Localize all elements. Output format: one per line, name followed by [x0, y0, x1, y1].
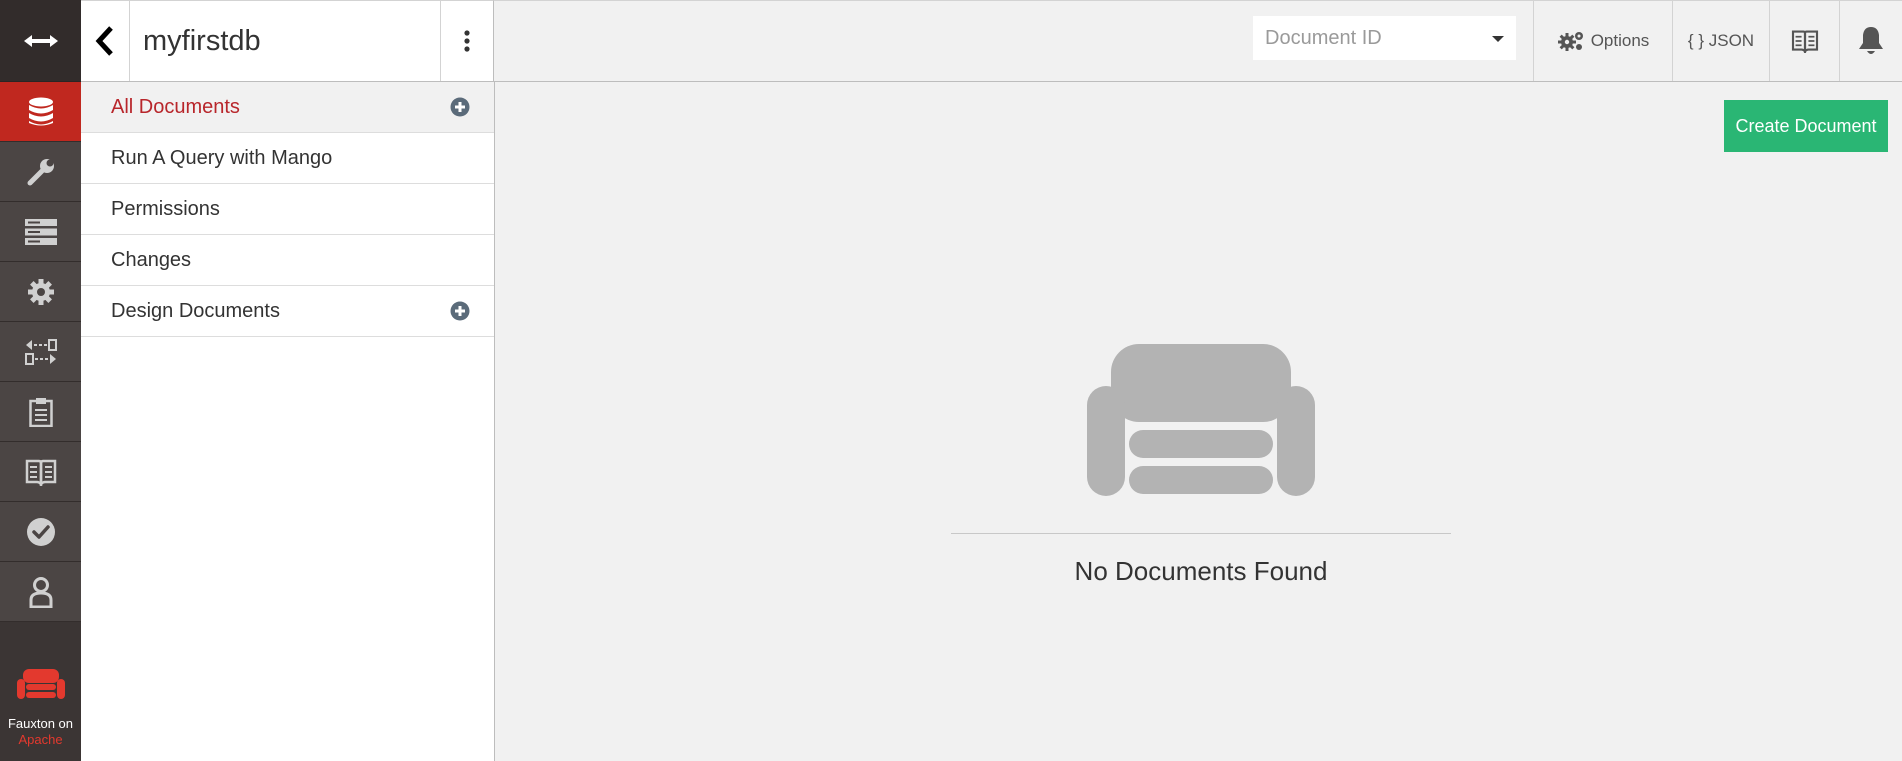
- sidebar-item-label: Permissions: [111, 197, 220, 220]
- nav-documentation[interactable]: [0, 442, 81, 502]
- nav-toggle-button[interactable]: [0, 0, 81, 82]
- brand-footer[interactable]: Fauxton on Apache: [0, 641, 81, 761]
- database-menu-button[interactable]: [440, 0, 494, 81]
- database-icon: [28, 97, 53, 125]
- vertical-ellipsis-icon: [464, 30, 470, 52]
- main-content: Create Document No Documents Found: [495, 82, 1902, 761]
- database-sidebar: All Documents Run A Query with Mango Per…: [81, 82, 495, 761]
- double-arrow-icon: [23, 34, 58, 47]
- sidebar-item-all-documents[interactable]: All Documents: [81, 82, 494, 133]
- sidebar-item-label: All Documents: [111, 95, 240, 118]
- sidebar-item-label: Design Documents: [111, 299, 280, 322]
- plus-circle-icon[interactable]: [450, 301, 470, 321]
- empty-state-message: No Documents Found: [1074, 556, 1328, 586]
- nav-config[interactable]: [0, 262, 81, 322]
- json-button[interactable]: { } JSON: [1672, 0, 1769, 81]
- top-header: myfirstdb Document ID Options {} JSON: [81, 0, 1902, 82]
- server-rack-icon: [24, 218, 57, 245]
- sidebar-item-label: Run A Query with Mango: [111, 146, 333, 169]
- brand-link[interactable]: Apache: [0, 732, 81, 747]
- replication-icon: [24, 338, 57, 365]
- nav-active-tasks[interactable]: [0, 202, 81, 262]
- chevron-left-icon: [95, 26, 113, 56]
- couch-icon: [1087, 344, 1315, 496]
- create-document-button[interactable]: Create Document: [1724, 100, 1888, 152]
- document-id-placeholder: Document ID: [1265, 26, 1382, 49]
- gears-icon: [1557, 32, 1583, 51]
- sidebar-item-mango-query[interactable]: Run A Query with Mango: [81, 133, 494, 184]
- sidebar-item-label: Changes: [111, 248, 192, 271]
- options-button[interactable]: Options: [1533, 0, 1672, 81]
- main-nav: Fauxton on Apache: [0, 0, 81, 761]
- document-id-dropdown[interactable]: Document ID: [1253, 16, 1516, 60]
- plus-circle-icon[interactable]: [450, 97, 470, 117]
- back-button[interactable]: [81, 0, 130, 81]
- sidebar-item-permissions[interactable]: Permissions: [81, 184, 494, 235]
- bell-icon: [1859, 27, 1883, 54]
- book-icon: [25, 459, 56, 486]
- nav-setup[interactable]: [0, 142, 81, 202]
- nav-databases[interactable]: [0, 82, 81, 142]
- options-label: Options: [1590, 31, 1650, 50]
- gear-icon: [27, 278, 54, 305]
- docs-button[interactable]: [1769, 0, 1839, 81]
- clipboard-icon: [28, 397, 53, 427]
- nav-verify[interactable]: [0, 502, 81, 562]
- caret-down-icon: [1492, 36, 1504, 42]
- book-icon: [1791, 30, 1818, 53]
- couch-logo-icon: [16, 669, 65, 699]
- user-icon: [29, 576, 52, 608]
- json-label: { } JSON: [1687, 31, 1755, 50]
- nav-user[interactable]: [0, 562, 81, 622]
- sidebar-item-design-documents[interactable]: Design Documents: [81, 286, 494, 337]
- database-title: myfirstdb: [130, 0, 440, 81]
- empty-state-divider: [951, 533, 1451, 534]
- brand-text: Fauxton on: [7, 716, 74, 731]
- wrench-icon: [27, 158, 54, 185]
- nav-replication[interactable]: [0, 322, 81, 382]
- sidebar-item-changes[interactable]: Changes: [81, 235, 494, 286]
- notifications-button[interactable]: [1839, 0, 1902, 81]
- empty-state: No Documents Found: [951, 344, 1451, 587]
- checkmark-circle-icon: [26, 517, 55, 546]
- nav-documentation-log[interactable]: [0, 382, 81, 442]
